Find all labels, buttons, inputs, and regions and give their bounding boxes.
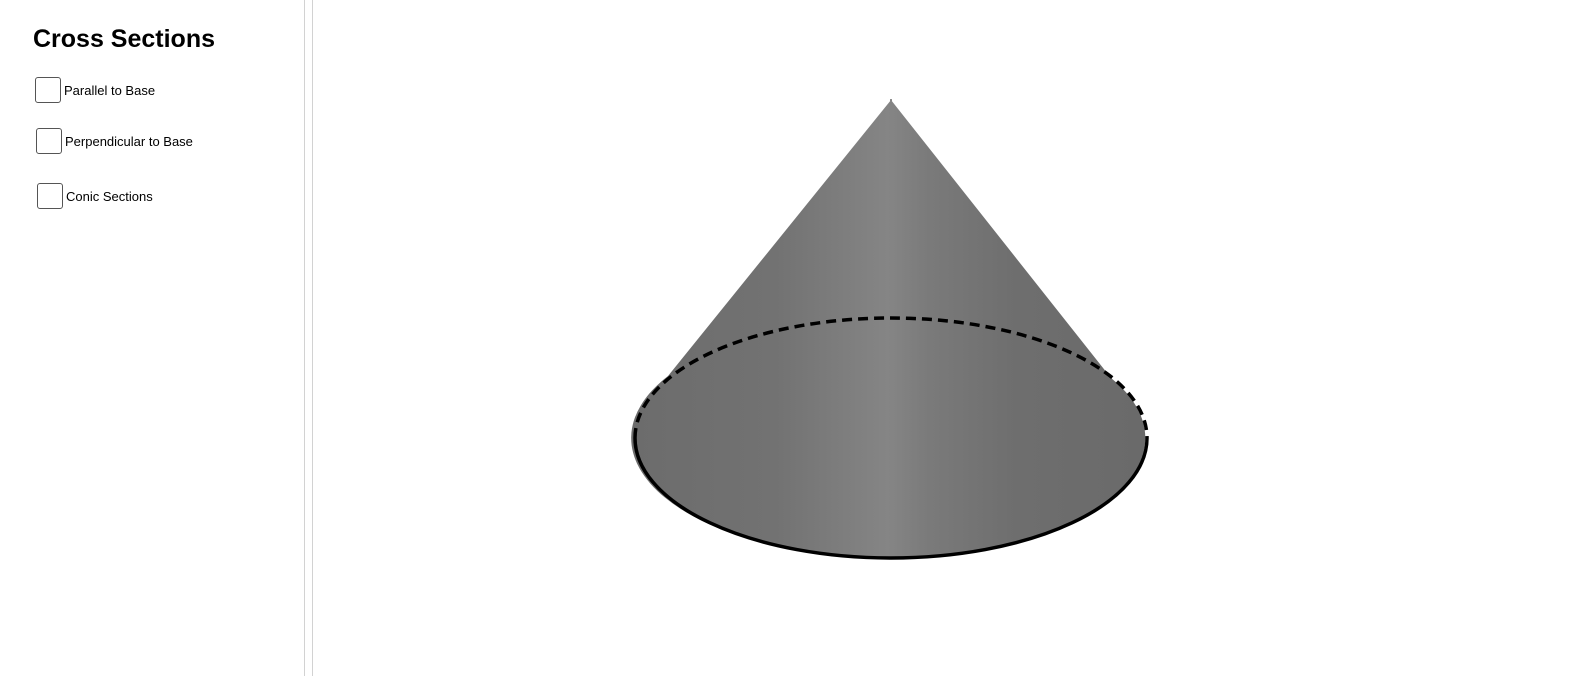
checkbox-parallel-to-base[interactable]: Parallel to Base	[35, 77, 155, 103]
checkbox-label: Perpendicular to Base	[65, 133, 193, 149]
panel-resize-divider[interactable]	[304, 0, 313, 676]
cone-apex	[890, 99, 892, 101]
checkbox-label: Conic Sections	[66, 188, 153, 204]
graphics-3d-view[interactable]	[313, 0, 1570, 676]
checkbox-label: Parallel to Base	[64, 82, 156, 98]
checkbox-conic-sections[interactable]: Conic Sections	[37, 183, 153, 209]
cone-scene[interactable]	[313, 0, 1570, 676]
checkbox-box[interactable]	[37, 183, 63, 209]
checkbox-perpendicular-to-base[interactable]: Perpendicular to Base	[36, 128, 193, 154]
app-window: Cross Sections Parallel to Base Perpendi…	[0, 0, 1570, 676]
checkbox-box[interactable]	[35, 77, 61, 103]
cone-surface[interactable]	[631, 100, 1146, 559]
checkbox-box[interactable]	[36, 128, 62, 154]
algebra-panel: Cross Sections Parallel to Base Perpendi…	[0, 0, 304, 676]
panel-title: Cross Sections	[33, 25, 216, 53]
